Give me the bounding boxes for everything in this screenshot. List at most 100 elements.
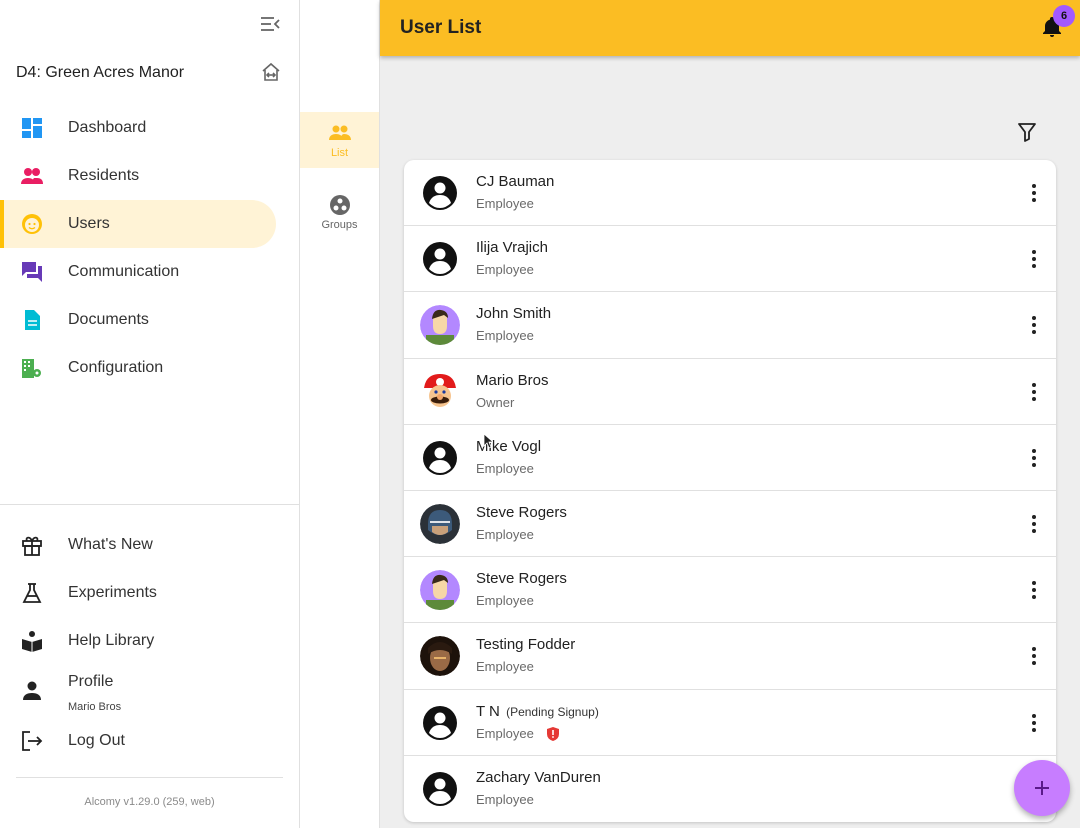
user-avatar: [420, 438, 460, 478]
user-name: Mario Bros: [476, 372, 549, 389]
user-row[interactable]: Steve Rogers Employee: [404, 491, 1056, 558]
user-name-text: Testing Fodder: [476, 636, 576, 654]
nav-profile[interactable]: Profile Mario Bros: [0, 665, 300, 717]
mouse-cursor-icon: [483, 433, 495, 449]
user-avatar: [420, 570, 460, 611]
chat-icon: [21, 261, 43, 283]
nav-experiments[interactable]: Experiments: [0, 569, 300, 617]
rail-tab-groups[interactable]: Groups: [300, 184, 379, 240]
user-row[interactable]: Testing Fodder Employee: [404, 623, 1056, 690]
user-role: Employee: [476, 725, 534, 741]
user-row[interactable]: Ilija Vrajich Employee: [404, 226, 1056, 293]
nav-label-help-library: Help Library: [68, 632, 155, 649]
nav-documents[interactable]: Documents: [0, 296, 276, 344]
more-options-icon[interactable]: [1022, 713, 1046, 733]
sidebar-divider: [0, 504, 299, 505]
property-selector: D4: Green Acres Manor: [16, 62, 286, 84]
person-icon: [21, 680, 43, 702]
nav-label-profile: Profile: [68, 673, 114, 690]
nav-label-communication: Communication: [68, 263, 180, 280]
pending-signup-label: (Pending Signup): [506, 704, 599, 719]
user-name: Zachary VanDuren: [476, 769, 601, 786]
user-list: CJ Bauman Employee Ilija Vrajich Employee Jo…: [404, 160, 1056, 822]
more-options-icon[interactable]: [1022, 514, 1046, 534]
more-options-icon[interactable]: [1022, 183, 1046, 203]
nav-label-documents: Documents: [68, 311, 149, 328]
user-name-text: John Smith: [476, 305, 552, 323]
user-row[interactable]: CJ Bauman Employee: [404, 160, 1056, 227]
user-role: Employee: [476, 196, 534, 211]
user-name: Testing Fodder: [476, 636, 575, 653]
user-role: Employee: [476, 460, 534, 476]
user-name-text: Ilija Vrajich: [476, 239, 548, 257]
nav-label-configuration: Configuration: [68, 359, 164, 376]
user-name-text: Mario Bros: [476, 371, 549, 389]
profile-user-name: Mario Bros: [68, 701, 122, 713]
nav-residents[interactable]: Residents: [0, 152, 276, 200]
nav-help-library[interactable]: Help Library: [0, 617, 300, 665]
nav-whats-new[interactable]: What's New: [0, 521, 300, 569]
user-row[interactable]: John Smith Employee: [404, 292, 1056, 359]
more-options-icon[interactable]: [1022, 646, 1046, 666]
plus-icon: [1035, 781, 1049, 795]
user-row[interactable]: Zachary VanDuren Employee: [404, 756, 1056, 822]
groups-icon: [329, 194, 351, 216]
user-name-text: Steve Rogers: [476, 503, 567, 521]
user-name: CJ Bauman: [476, 173, 554, 190]
user-avatar: [420, 371, 460, 412]
nav-label-dashboard: Dashboard: [68, 119, 147, 136]
rail-tab-list[interactable]: List: [300, 112, 379, 168]
nav-label-experiments: Experiments: [68, 584, 157, 601]
user-role: Employee: [476, 526, 534, 542]
view-rail: List Groups: [300, 0, 380, 828]
sidebar: D4: Green Acres Manor Dashboard Resident…: [0, 0, 300, 828]
nav-users[interactable]: Users: [0, 200, 276, 248]
user-name: John Smith: [476, 305, 551, 322]
more-options-icon[interactable]: [1022, 382, 1046, 402]
building-gear-icon: [21, 357, 43, 379]
user-name: T N (Pending Signup): [476, 703, 599, 720]
user-avatar: [420, 636, 460, 677]
user-name: Ilija Vrajich: [476, 239, 548, 256]
residents-icon: [21, 165, 43, 187]
nav-dashboard[interactable]: Dashboard: [0, 104, 276, 152]
user-role: Employee: [476, 659, 534, 675]
nav-label-whats-new: What's New: [68, 536, 153, 553]
main-nav: Dashboard Residents Users Communication …: [0, 104, 300, 392]
people-icon: [329, 122, 351, 144]
user-avatar: [420, 703, 460, 743]
app-bar: User List 6: [380, 0, 1080, 56]
switch-property-icon[interactable]: [259, 60, 283, 84]
property-name: D4: Green Acres Manor: [16, 64, 185, 81]
user-avatar: [420, 173, 460, 213]
nav-log-out[interactable]: Log Out: [0, 717, 300, 765]
notification-count-badge: 6: [1053, 5, 1075, 27]
add-user-button[interactable]: [1014, 760, 1070, 816]
user-row[interactable]: Mario Bros Owner: [404, 359, 1056, 425]
user-row[interactable]: Mike Vogl Employee: [404, 425, 1056, 491]
user-name: Steve Rogers: [476, 504, 567, 521]
dashboard-icon: [21, 117, 43, 139]
flask-icon: [21, 582, 43, 604]
user-name: Steve Rogers: [476, 570, 567, 587]
nav-communication[interactable]: Communication: [0, 248, 276, 296]
more-options-icon[interactable]: [1022, 315, 1046, 335]
more-options-icon[interactable]: [1022, 580, 1046, 600]
nav-label-residents: Residents: [68, 167, 140, 184]
user-row[interactable]: Steve Rogers Employee: [404, 557, 1056, 624]
more-options-icon[interactable]: [1022, 249, 1046, 269]
alert-shield-icon: [547, 726, 559, 741]
version-divider: [16, 777, 283, 778]
users-face-icon: [21, 213, 43, 235]
collapse-menu-icon[interactable]: [258, 14, 282, 34]
more-options-icon[interactable]: [1022, 448, 1046, 468]
nav-configuration[interactable]: Configuration: [0, 344, 276, 392]
filter-icon[interactable]: [1016, 121, 1038, 143]
user-row[interactable]: T N (Pending Signup) Employee: [404, 690, 1056, 756]
user-name-text: Steve Rogers: [476, 570, 567, 588]
book-icon: [21, 630, 43, 652]
document-icon: [21, 309, 43, 331]
user-avatar: [420, 239, 460, 279]
app-version: Alcomy v1.29.0 (259, web): [84, 796, 215, 808]
user-role: Employee: [476, 262, 534, 278]
